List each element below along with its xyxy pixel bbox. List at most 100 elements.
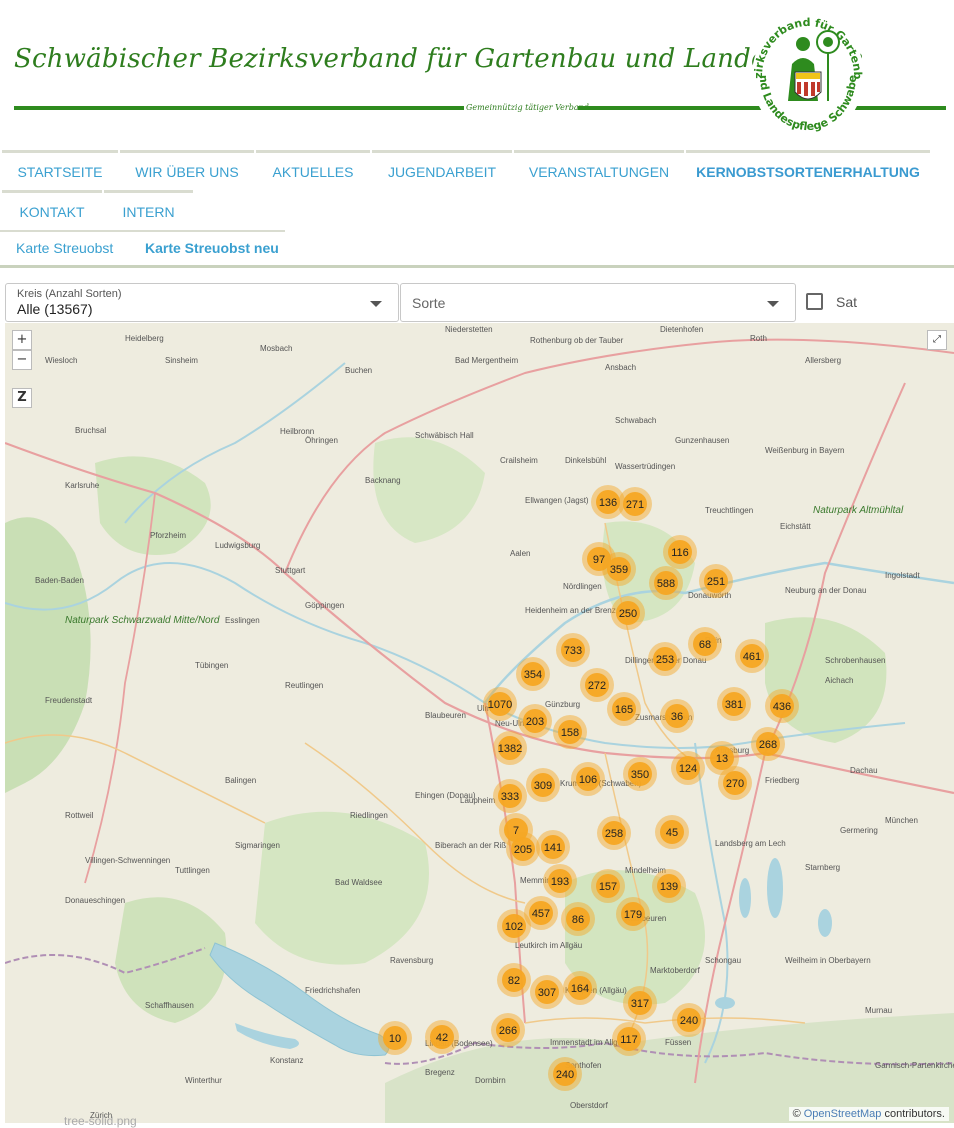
zoom-reset-button[interactable]: Z xyxy=(12,388,32,408)
marker-cluster[interactable]: 203 xyxy=(518,704,552,738)
marker-cluster-count: 116 xyxy=(671,547,689,559)
marker-cluster[interactable]: 106 xyxy=(571,762,605,796)
marker-cluster-count: 106 xyxy=(579,774,597,786)
marker-cluster[interactable]: 733 xyxy=(556,633,590,667)
marker-cluster[interactable]: 82 xyxy=(497,963,531,997)
zoom-out-button[interactable]: − xyxy=(12,350,32,370)
nav-kernobstsortenerhaltung[interactable]: KERNOBSTSORTENERHALTUNG xyxy=(686,150,930,188)
map-place-label: Ellwangen (Jagst) xyxy=(525,496,589,505)
map-place-label: Dachau xyxy=(850,766,878,775)
marker-cluster-count: 359 xyxy=(610,564,628,576)
marker-cluster[interactable]: 165 xyxy=(607,692,641,726)
subnav-karte-streuobst[interactable]: Karte Streuobst xyxy=(16,232,113,264)
marker-cluster[interactable]: 253 xyxy=(648,642,682,676)
nav-startseite[interactable]: STARTSEITE xyxy=(2,150,118,188)
map-place-label: Reutlingen xyxy=(285,681,323,690)
map-attribution: © OpenStreetMap contributors. xyxy=(788,1107,949,1121)
marker-cluster[interactable]: 272 xyxy=(580,668,614,702)
map-place-label: Aalen xyxy=(510,549,530,558)
marker-cluster[interactable]: 309 xyxy=(526,768,560,802)
marker-cluster[interactable]: 359 xyxy=(602,552,636,586)
marker-cluster[interactable]: 164 xyxy=(563,971,597,1005)
map-place-label: Mosbach xyxy=(260,344,292,353)
nav-kontakt[interactable]: KONTAKT xyxy=(2,190,102,228)
marker-cluster[interactable]: 117 xyxy=(612,1022,646,1056)
map-view[interactable]: Heidelberg Mosbach Niederstetten Rothenburg… xyxy=(5,323,954,1123)
marker-cluster[interactable]: 139 xyxy=(652,869,686,903)
sat-checkbox[interactable] xyxy=(806,293,823,310)
marker-cluster[interactable]: 157 xyxy=(591,869,625,903)
nav-wir-ueber-uns[interactable]: WIR ÜBER UNS xyxy=(120,150,254,188)
marker-cluster[interactable]: 307 xyxy=(530,975,564,1009)
title-rule xyxy=(14,106,464,110)
marker-cluster[interactable]: 271 xyxy=(618,487,652,521)
marker-cluster[interactable]: 1070 xyxy=(483,687,517,721)
map-place-label: Rottweil xyxy=(65,811,94,820)
nav-intern[interactable]: INTERN xyxy=(104,190,193,228)
nav-aktuelles[interactable]: AKTUELLES xyxy=(256,150,370,188)
map-place-label: Schwäbisch Hall xyxy=(415,431,474,440)
nav-veranstaltungen[interactable]: VERANSTALTUNGEN xyxy=(514,150,684,188)
marker-cluster[interactable]: 193 xyxy=(543,864,577,898)
marker-cluster-count: 45 xyxy=(666,827,678,839)
marker-cluster[interactable]: 86 xyxy=(561,902,595,936)
fullscreen-icon[interactable]: ⤢ xyxy=(927,330,947,350)
map-place-label: Esslingen xyxy=(225,616,260,625)
map-place-label: Wiesloch xyxy=(45,356,77,365)
marker-cluster[interactable]: 36 xyxy=(660,699,694,733)
marker-cluster[interactable]: 588 xyxy=(649,566,683,600)
marker-cluster[interactable]: 240 xyxy=(548,1057,582,1091)
marker-cluster[interactable]: 258 xyxy=(597,816,631,850)
marker-cluster[interactable]: 141 xyxy=(536,830,570,864)
map-place-label: Garmisch-Partenkirchen xyxy=(875,1061,954,1070)
marker-cluster[interactable]: 381 xyxy=(717,687,751,721)
nav-jugendarbeit[interactable]: JUGENDARBEIT xyxy=(372,150,512,188)
marker-cluster[interactable]: 158 xyxy=(553,715,587,749)
map-place-label: Heilbronn xyxy=(280,427,314,436)
osm-link[interactable]: OpenStreetMap xyxy=(804,1108,882,1120)
marker-cluster-count: 309 xyxy=(534,780,552,792)
marker-cluster[interactable]: 42 xyxy=(425,1020,459,1054)
marker-cluster[interactable]: 45 xyxy=(655,815,689,849)
marker-cluster[interactable]: 116 xyxy=(663,535,697,569)
kreis-select-value: Alle (13567) xyxy=(17,301,93,317)
marker-cluster-count: 158 xyxy=(561,727,579,739)
site-title[interactable]: Schwäbischer Bezirksverband für Gartenba… xyxy=(14,44,863,74)
map-place-label: Bad Waldsee xyxy=(335,878,383,887)
marker-cluster[interactable]: 205 xyxy=(506,832,540,866)
zoom-in-button[interactable]: + xyxy=(12,330,32,350)
marker-cluster[interactable]: 354 xyxy=(516,657,550,691)
marker-cluster[interactable]: 317 xyxy=(623,986,657,1020)
marker-cluster[interactable]: 251 xyxy=(699,564,733,598)
association-logo[interactable]: Bezirksverband für Gartenbau und Landesp… xyxy=(744,0,868,138)
marker-cluster[interactable]: 124 xyxy=(671,751,705,785)
subnav-karte-streuobst-neu[interactable]: Karte Streuobst neu xyxy=(145,232,279,264)
site-header: Schwäbischer Bezirksverband für Gartenba… xyxy=(0,0,954,150)
marker-cluster[interactable]: 179 xyxy=(616,897,650,931)
marker-cluster[interactable]: 350 xyxy=(623,757,657,791)
map-place-label: Oberstdorf xyxy=(570,1101,609,1110)
marker-cluster-count: 164 xyxy=(571,983,589,995)
marker-cluster[interactable]: 266 xyxy=(491,1013,525,1047)
marker-cluster[interactable]: 240 xyxy=(672,1003,706,1037)
map-place-label: Treuchtlingen xyxy=(705,506,753,515)
map-place-label: Aichach xyxy=(825,676,853,685)
marker-cluster[interactable]: 68 xyxy=(688,627,722,661)
map-place-label: Marktoberdorf xyxy=(650,966,701,975)
sorte-select[interactable]: Sorte xyxy=(400,283,796,322)
marker-cluster-count: 354 xyxy=(524,669,542,681)
kreis-select[interactable]: Kreis (Anzahl Sorten) Alle (13567) xyxy=(5,283,399,322)
marker-cluster[interactable]: 333 xyxy=(493,779,527,813)
marker-cluster[interactable]: 461 xyxy=(735,639,769,673)
marker-cluster[interactable]: 250 xyxy=(611,596,645,630)
marker-cluster[interactable]: 10 xyxy=(378,1021,412,1055)
marker-cluster[interactable]: 436 xyxy=(765,689,799,723)
map-canvas[interactable]: Heidelberg Mosbach Niederstetten Rothenburg… xyxy=(5,323,954,1123)
map-place-label: Crailsheim xyxy=(500,456,538,465)
map-place-label: Buchen xyxy=(345,366,372,375)
marker-cluster[interactable]: 270 xyxy=(718,766,752,800)
marker-cluster[interactable]: 102 xyxy=(497,909,531,943)
marker-cluster-count: 36 xyxy=(671,711,683,723)
marker-cluster[interactable]: 268 xyxy=(751,727,785,761)
marker-cluster[interactable]: 1382 xyxy=(493,731,527,765)
